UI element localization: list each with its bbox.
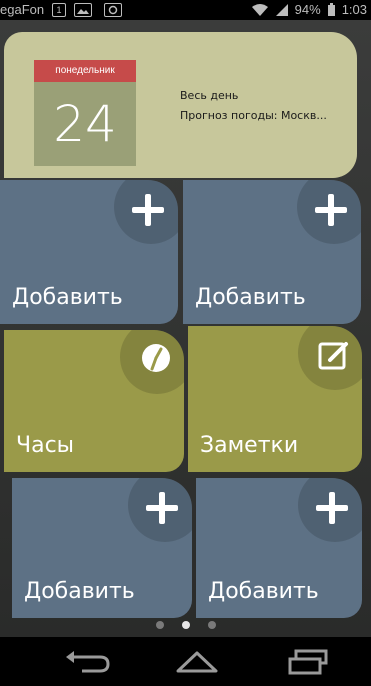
phone-screen: egaFon 1 94% 1:03 понедельник 24 Весь де… (0, 0, 371, 686)
tile-label: Добавить (12, 285, 123, 310)
gallery-notification-icon (74, 3, 92, 17)
page-dot[interactable] (207, 621, 216, 629)
plus-icon (146, 492, 178, 524)
tile-add-4[interactable]: Добавить (196, 478, 362, 618)
camera-notification-icon (104, 3, 122, 17)
calendar-event-title: Весь день (180, 89, 239, 102)
calendar-event-detail: Прогноз погоды: Москв... (180, 109, 327, 122)
recents-icon[interactable] (284, 649, 334, 675)
calendar-weekday: понедельник (34, 60, 136, 82)
carrier-name: egaFon (0, 2, 45, 17)
back-icon[interactable] (62, 649, 112, 675)
status-indicators: 94% 1:03 (251, 2, 367, 17)
plus-icon (132, 194, 164, 226)
signal-icon (275, 3, 289, 17)
calendar-day-number: 24 (53, 95, 117, 153)
wifi-icon (251, 3, 269, 17)
clock-time: 1:03 (341, 2, 367, 17)
clock-icon (140, 342, 172, 374)
page-dot-active[interactable] (181, 621, 190, 629)
navigation-bar (0, 637, 371, 686)
tile-add-2[interactable]: Добавить (183, 180, 361, 324)
status-bar: egaFon 1 94% 1:03 (0, 0, 371, 20)
tile-label: Заметки (200, 433, 299, 458)
plus-icon (315, 194, 347, 226)
tile-label: Добавить (24, 579, 135, 604)
home-screen: понедельник 24 Весь день Прогноз погоды:… (0, 20, 371, 637)
tile-add-1[interactable]: Добавить (0, 180, 178, 324)
tile-label: Часы (16, 433, 75, 458)
sim-badge: 1 (52, 3, 66, 17)
home-icon[interactable] (172, 649, 222, 675)
calendar-widget[interactable]: понедельник 24 Весь день Прогноз погоды:… (4, 32, 357, 178)
plus-icon (316, 492, 348, 524)
page-dot[interactable] (155, 621, 164, 629)
tile-label: Добавить (208, 579, 319, 604)
tile-add-3[interactable]: Добавить (12, 478, 192, 618)
tile-clock[interactable]: Часы (4, 330, 184, 472)
battery-icon (327, 2, 336, 17)
calendar-date-icon: понедельник 24 (34, 60, 136, 166)
battery-percent: 94% (294, 2, 321, 17)
note-edit-icon (318, 340, 350, 372)
page-indicator (0, 621, 371, 631)
tile-notes[interactable]: Заметки (188, 326, 362, 472)
tile-label: Добавить (195, 285, 306, 310)
